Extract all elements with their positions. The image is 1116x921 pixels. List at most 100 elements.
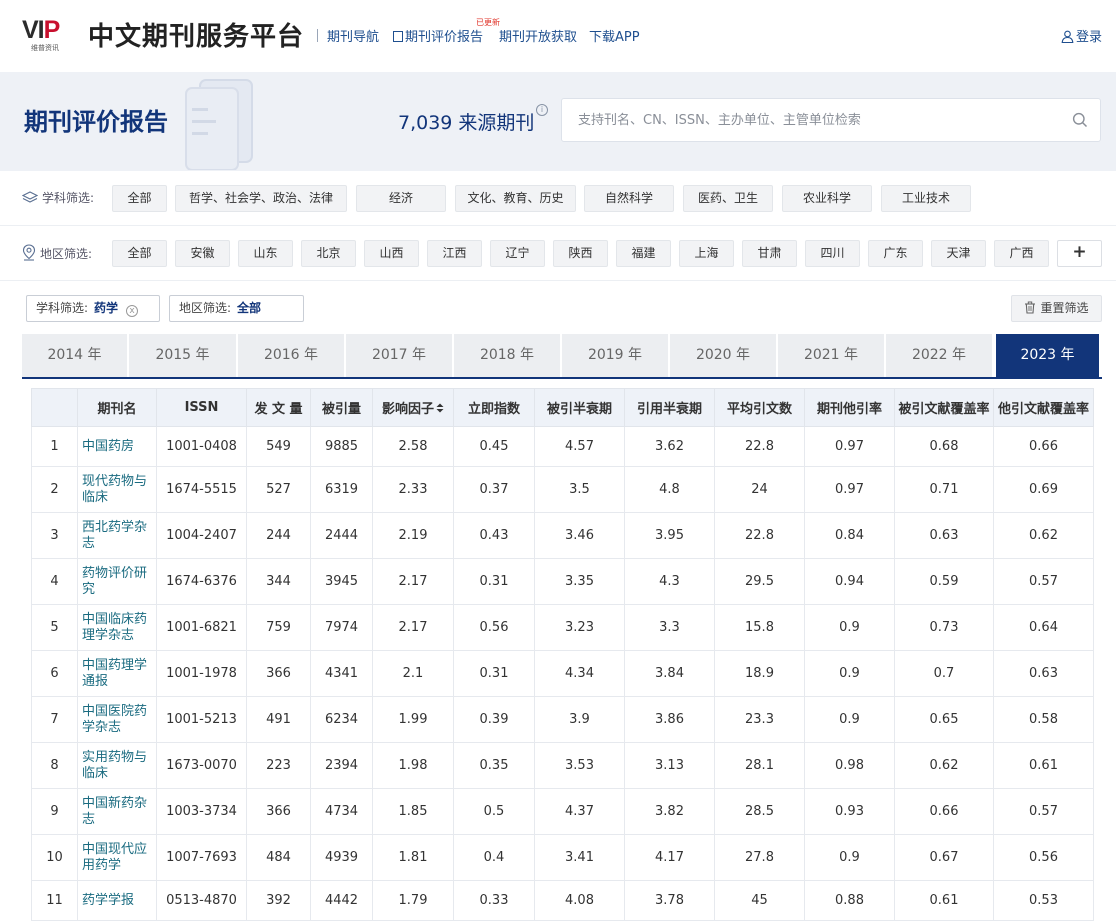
table-row: 2 现代药物与临床 1674-5515 527 6319 2.33 0.37 3.5 4.8 24… (31, 466, 1094, 513)
nav-journal-report[interactable]: 期刊评价报告 (393, 26, 483, 45)
vip-logo[interactable]: VIP 维普资讯 (22, 16, 78, 52)
region-option-shaanxi[interactable]: 陕西 (553, 240, 608, 267)
cell-journal-name[interactable]: 实用药物与临床 (77, 742, 157, 789)
tab-year-2016[interactable]: 2016 年 (238, 334, 344, 377)
col-header-citations[interactable]: 被引量 (310, 388, 373, 427)
col-header-cited-coverage[interactable]: 被引文献覆盖率 (894, 388, 994, 427)
region-option-shanxi[interactable]: 山西 (364, 240, 419, 267)
cell-other-cited-coverage: 0.66 (993, 426, 1094, 467)
tab-year-2014[interactable]: 2014 年 (22, 334, 127, 377)
region-option-liaoning[interactable]: 辽宁 (490, 240, 545, 267)
region-option-beijing[interactable]: 北京 (301, 240, 356, 267)
tab-year-2015[interactable]: 2015 年 (129, 334, 236, 377)
region-filter-label: 地区筛选: (22, 244, 92, 262)
col-header-other-citation-rate[interactable]: 期刊他引率 (804, 388, 895, 427)
nav-download-app[interactable]: 下载APP (589, 26, 640, 45)
cell-citing-half-life: 3.95 (624, 512, 715, 559)
cell-cited-coverage: 0.59 (894, 558, 994, 605)
cell-journal-name[interactable]: 中国药理学通报 (77, 650, 157, 697)
selected-subject-tag[interactable]: 学科筛选: 药学 x (26, 295, 160, 322)
nav-open-access[interactable]: 期刊开放获取 (499, 26, 577, 45)
table-header-row: 期刊名 ISSN 发 文 量 被引量 影响因子 立即指数 被引半衰期 引用半衰期… (31, 388, 1094, 427)
subject-option-natural-science[interactable]: 自然科学 (584, 185, 674, 212)
cell-citations: 9885 (310, 426, 373, 467)
tab-year-2022[interactable]: 2022 年 (886, 334, 992, 377)
col-header-other-cited-coverage[interactable]: 他引文献覆盖率 (993, 388, 1094, 427)
cell-impact-factor: 1.99 (372, 696, 454, 743)
cell-rank: 7 (31, 696, 78, 743)
cell-journal-name[interactable]: 中国药房 (77, 426, 157, 467)
cell-citing-half-life: 3.13 (624, 742, 715, 789)
cell-citations: 3945 (310, 558, 373, 605)
region-option-tianjin[interactable]: 天津 (931, 240, 986, 267)
search-icon[interactable] (1072, 112, 1088, 128)
subject-option-culture-education[interactable]: 文化、教育、历史 (455, 185, 576, 212)
cell-citing-half-life: 4.17 (624, 834, 715, 881)
logo-subtitle: 维普资讯 (31, 44, 59, 52)
tab-year-2019[interactable]: 2019 年 (562, 334, 668, 377)
cell-cited-half-life: 3.35 (534, 558, 625, 605)
region-option-shanghai[interactable]: 上海 (679, 240, 734, 267)
cell-articles: 223 (246, 742, 311, 789)
subject-option-industry[interactable]: 工业技术 (881, 185, 971, 212)
cell-journal-name[interactable]: 西北药学杂志 (77, 512, 157, 559)
subject-option-medicine[interactable]: 医药、卫生 (683, 185, 773, 212)
user-icon (1061, 30, 1074, 44)
cell-immediacy-index: 0.31 (453, 558, 535, 605)
col-header-impact-factor[interactable]: 影响因子 (372, 388, 454, 427)
layers-icon (21, 191, 39, 203)
cell-impact-factor: 2.33 (372, 466, 454, 513)
region-option-fujian[interactable]: 福建 (616, 240, 671, 267)
tab-year-2017[interactable]: 2017 年 (346, 334, 452, 377)
cell-journal-name[interactable]: 现代药物与临床 (77, 466, 157, 513)
search-input[interactable] (562, 99, 1062, 141)
tab-year-2023[interactable]: 2023 年 (996, 334, 1099, 377)
cell-journal-name[interactable]: 中国新药杂志 (77, 788, 157, 835)
tab-year-2021[interactable]: 2021 年 (778, 334, 884, 377)
tab-year-2018[interactable]: 2018 年 (454, 334, 560, 377)
region-option-all[interactable]: 全部 (112, 240, 167, 267)
cell-journal-name[interactable]: 中国医院药学杂志 (77, 696, 157, 743)
tab-year-2020[interactable]: 2020 年 (670, 334, 776, 377)
col-header-articles[interactable]: 发 文 量 (246, 388, 311, 427)
col-header-avg-references[interactable]: 平均引文数 (714, 388, 805, 427)
col-header-immediacy-index[interactable]: 立即指数 (453, 388, 535, 427)
subject-option-all[interactable]: 全部 (112, 185, 167, 212)
region-option-sichuan[interactable]: 四川 (805, 240, 860, 267)
cell-cited-half-life: 4.34 (534, 650, 625, 697)
cell-avg-references: 22.8 (714, 512, 805, 559)
info-icon[interactable]: i (536, 104, 548, 116)
cell-journal-name[interactable]: 药物评价研究 (77, 558, 157, 605)
more-regions-button[interactable]: + (1057, 240, 1102, 267)
cell-avg-references: 27.8 (714, 834, 805, 881)
login-link[interactable]: 登录 (1061, 26, 1102, 45)
cell-rank: 10 (31, 834, 78, 881)
region-option-guangdong[interactable]: 广东 (868, 240, 923, 267)
cell-journal-name[interactable]: 中国现代应用药学 (77, 834, 157, 881)
nav-journal-navigation[interactable]: 期刊导航 (327, 26, 379, 45)
region-option-gansu[interactable]: 甘肃 (742, 240, 797, 267)
subject-option-philosophy-law[interactable]: 哲学、社会学、政治、法律 (175, 185, 347, 212)
col-header-citing-half-life[interactable]: 引用半衰期 (624, 388, 715, 427)
region-option-guangxi[interactable]: 广西 (994, 240, 1049, 267)
cell-journal-name[interactable]: 药学学报 (77, 880, 157, 921)
col-header-cited-half-life[interactable]: 被引半衰期 (534, 388, 625, 427)
subject-filter-label: 学科筛选: (21, 189, 94, 206)
subject-option-agriculture[interactable]: 农业科学 (782, 185, 872, 212)
region-option-shandong[interactable]: 山东 (238, 240, 293, 267)
subject-option-economics[interactable]: 经济 (356, 185, 446, 212)
selected-region-tag[interactable]: 地区筛选: 全部 (169, 295, 304, 322)
cell-issn: 1674-6376 (156, 558, 247, 605)
journal-ranking-table: 期刊名 ISSN 发 文 量 被引量 影响因子 立即指数 被引半衰期 引用半衰期… (31, 388, 1094, 921)
cell-cited-half-life: 3.9 (534, 696, 625, 743)
region-filter-label-text: 地区筛选: (40, 247, 93, 261)
login-label: 登录 (1075, 30, 1102, 45)
cell-issn: 1001-1978 (156, 650, 247, 697)
reset-filters-button[interactable]: 重置筛选 (1011, 295, 1102, 322)
region-option-anhui[interactable]: 安徽 (175, 240, 230, 267)
cell-cited-half-life: 4.37 (534, 788, 625, 835)
region-option-jiangxi[interactable]: 江西 (427, 240, 482, 267)
cell-journal-name[interactable]: 中国临床药理学杂志 (77, 604, 157, 651)
sort-arrows-icon[interactable] (436, 403, 444, 413)
clear-icon[interactable]: x (126, 305, 139, 317)
